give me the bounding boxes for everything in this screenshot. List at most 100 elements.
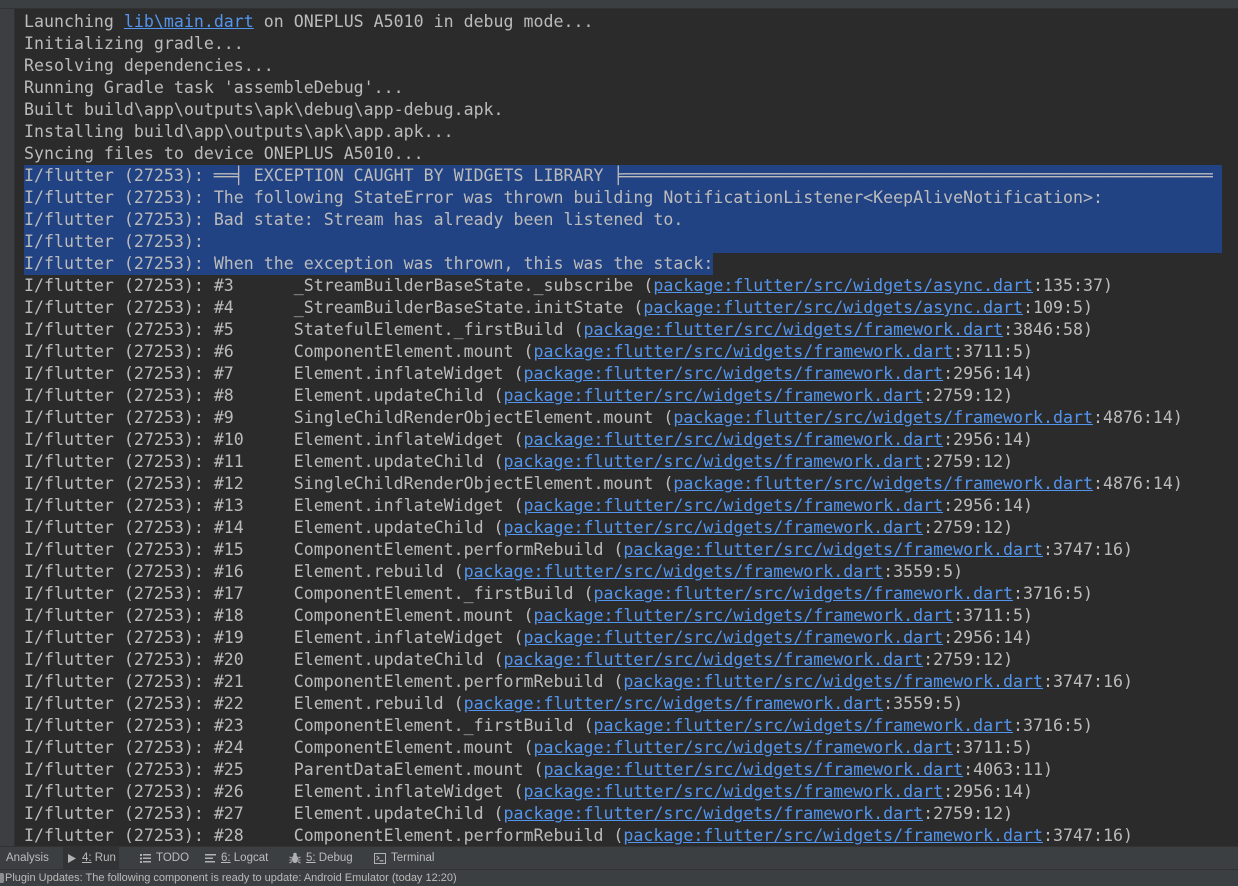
console-line: I/flutter (27253): #14 Element.updateChi… xyxy=(24,517,1222,539)
log-text: I/flutter (27253): #11 Element.updateChi… xyxy=(24,452,504,471)
log-text: :3559:5) xyxy=(883,694,964,713)
tab-label: 6: Logcat xyxy=(221,852,269,864)
console-line-text: I/flutter (27253): #7 Element.inflateWid… xyxy=(24,363,1033,385)
console-line-text: I/flutter (27253): When the exception wa… xyxy=(24,253,714,275)
file-link[interactable]: package:flutter/src/widgets/framework.da… xyxy=(524,364,944,383)
log-text: Syncing files to device ONEPLUS A5010... xyxy=(24,144,424,163)
tab-debug[interactable]: 5: Debug xyxy=(286,847,356,869)
file-link[interactable]: package:flutter/src/widgets/framework.da… xyxy=(593,584,1013,603)
log-text: I/flutter (27253): #24 ComponentElement.… xyxy=(24,738,534,757)
log-text: :3747:16) xyxy=(1043,826,1133,845)
log-text: :3711:5) xyxy=(953,342,1034,361)
run-icon xyxy=(66,853,77,864)
file-link[interactable]: package:flutter/src/widgets/framework.da… xyxy=(524,782,944,801)
log-text: I/flutter (27253): #12 SingleChildRender… xyxy=(24,474,674,493)
file-link[interactable]: package:flutter/src/widgets/framework.da… xyxy=(524,496,944,515)
console-line: I/flutter (27253): #27 Element.updateChi… xyxy=(24,803,1222,825)
console-line: I/flutter (27253): #28 ComponentElement.… xyxy=(24,825,1222,847)
file-link[interactable]: package:flutter/src/widgets/framework.da… xyxy=(544,760,964,779)
console-line: Running Gradle task 'assembleDebug'... xyxy=(24,77,1222,99)
console-line: I/flutter (27253): #18 ComponentElement.… xyxy=(24,605,1222,627)
file-link[interactable]: package:flutter/src/widgets/framework.da… xyxy=(673,408,1093,427)
tab-label: Analysis xyxy=(6,852,49,864)
tab-todo[interactable]: TODO xyxy=(137,847,192,869)
log-text: I/flutter (27253): #14 Element.updateChi… xyxy=(24,518,504,537)
file-link[interactable]: package:flutter/src/widgets/async.dart xyxy=(643,298,1023,317)
tab-terminal[interactable]: Terminal xyxy=(371,847,437,869)
console-line-text: I/flutter (27253): #19 Element.inflateWi… xyxy=(24,627,1033,649)
log-text: I/flutter (27253): #5 StatefulElement._f… xyxy=(24,320,584,339)
log-text: :3716:5) xyxy=(1013,716,1093,735)
file-link[interactable]: package:flutter/src/widgets/framework.da… xyxy=(534,606,954,625)
log-text: :2956:14) xyxy=(943,628,1034,647)
console-line-text: I/flutter (27253): #16 Element.rebuild (… xyxy=(24,561,963,583)
file-link[interactable]: lib\main.dart xyxy=(124,12,254,31)
run-console-output[interactable]: Launching lib\main.dart on ONEPLUS A5010… xyxy=(24,11,1222,847)
console-line: I/flutter (27253): #8 Element.updateChil… xyxy=(24,385,1222,407)
run-toolbar-gutter xyxy=(0,9,15,846)
console-line-text: I/flutter (27253): xyxy=(24,231,204,253)
file-link[interactable]: package:flutter/src/widgets/framework.da… xyxy=(524,628,944,647)
log-text: I/flutter (27253): #3 _StreamBuilderBase… xyxy=(24,276,654,295)
status-message[interactable]: Plugin Updates: The following component … xyxy=(5,870,457,886)
file-link[interactable]: package:flutter/src/widgets/framework.da… xyxy=(623,540,1043,559)
console-line-text: I/flutter (27253): #24 ComponentElement.… xyxy=(24,737,1033,759)
file-link[interactable]: package:flutter/src/widgets/framework.da… xyxy=(504,386,924,405)
tool-window-bar: Analysis 4: Run TODO 6: Logcat 5: Debug … xyxy=(0,846,1238,869)
log-text: :2956:14) xyxy=(943,430,1034,449)
log-text: I/flutter (27253): xyxy=(24,232,204,251)
console-line-text: Launching lib\main.dart on ONEPLUS A5010… xyxy=(24,11,593,33)
log-text: I/flutter (27253): #13 Element.inflateWi… xyxy=(24,496,524,515)
file-link[interactable]: package:flutter/src/widgets/framework.da… xyxy=(593,716,1013,735)
file-link[interactable]: package:flutter/src/widgets/framework.da… xyxy=(504,804,924,823)
console-line: I/flutter (27253): #4 _StreamBuilderBase… xyxy=(24,297,1222,319)
log-text: :3747:16) xyxy=(1043,540,1133,559)
console-line-text: I/flutter (27253): #4 _StreamBuilderBase… xyxy=(24,297,1093,319)
console-line-text: Built build\app\outputs\apk\debug\app-de… xyxy=(24,99,504,121)
log-text: :4063:11) xyxy=(963,760,1054,779)
file-link[interactable]: package:flutter/src/widgets/async.dart xyxy=(653,276,1033,295)
file-link[interactable]: package:flutter/src/widgets/framework.da… xyxy=(524,430,944,449)
console-line-text: I/flutter (27253): Bad state: Stream has… xyxy=(24,209,683,231)
file-link[interactable]: package:flutter/src/widgets/framework.da… xyxy=(504,518,924,537)
console-line-text: I/flutter (27253): #18 ComponentElement.… xyxy=(24,605,1033,627)
log-text: I/flutter (27253): #9 SingleChildRenderO… xyxy=(24,408,674,427)
console-line: I/flutter (27253): #21 ComponentElement.… xyxy=(24,671,1222,693)
console-line-text: I/flutter (27253): #10 Element.inflateWi… xyxy=(24,429,1033,451)
log-text: :2759:12) xyxy=(923,518,1014,537)
log-text: I/flutter (27253): The following StateEr… xyxy=(24,188,1103,207)
file-link[interactable]: package:flutter/src/widgets/framework.da… xyxy=(534,738,954,757)
console-line: I/flutter (27253): Bad state: Stream has… xyxy=(24,209,1222,231)
log-text: Initializing gradle... xyxy=(24,34,244,53)
file-link[interactable]: package:flutter/src/widgets/framework.da… xyxy=(534,342,954,361)
console-line-text: I/flutter (27253): #5 StatefulElement._f… xyxy=(24,319,1093,341)
tab-run[interactable]: 4: Run xyxy=(63,847,119,869)
console-line-text: I/flutter (27253): #27 Element.updateChi… xyxy=(24,803,1013,825)
log-text: I/flutter (27253): #7 Element.inflateWid… xyxy=(24,364,524,383)
console-line: I/flutter (27253): #17 ComponentElement.… xyxy=(24,583,1222,605)
file-link[interactable]: package:flutter/src/widgets/framework.da… xyxy=(623,672,1043,691)
file-link[interactable]: package:flutter/src/widgets/framework.da… xyxy=(623,826,1043,845)
tab-logcat[interactable]: 6: Logcat xyxy=(202,847,271,869)
file-link[interactable]: package:flutter/src/widgets/framework.da… xyxy=(504,452,924,471)
log-text: :2759:12) xyxy=(923,452,1014,471)
file-link[interactable]: package:flutter/src/widgets/framework.da… xyxy=(673,474,1093,493)
file-link[interactable]: package:flutter/src/widgets/framework.da… xyxy=(504,650,924,669)
log-text: :3711:5) xyxy=(953,606,1034,625)
console-line: I/flutter (27253): The following StateEr… xyxy=(24,187,1222,209)
notification-icon[interactable] xyxy=(0,873,4,883)
log-text: :3716:5) xyxy=(1013,584,1093,603)
tab-analysis[interactable]: Analysis xyxy=(3,847,52,869)
log-text: I/flutter (27253): #28 ComponentElement.… xyxy=(24,826,624,845)
log-text: I/flutter (27253): #22 Element.rebuild ( xyxy=(24,694,464,713)
console-line: I/flutter (27253): #10 Element.inflateWi… xyxy=(24,429,1222,451)
file-link[interactable]: package:flutter/src/widgets/framework.da… xyxy=(583,320,1003,339)
console-line: I/flutter (27253): #22 Element.rebuild (… xyxy=(24,693,1222,715)
log-text: I/flutter (27253): ══╡ EXCEPTION CAUGHT … xyxy=(24,166,1213,185)
log-text: I/flutter (27253): #6 ComponentElement.m… xyxy=(24,342,534,361)
file-link[interactable]: package:flutter/src/widgets/framework.da… xyxy=(464,694,884,713)
log-text: :2956:14) xyxy=(943,782,1034,801)
file-link[interactable]: package:flutter/src/widgets/framework.da… xyxy=(464,562,884,581)
console-line-text: I/flutter (27253): #11 Element.updateChi… xyxy=(24,451,1013,473)
log-text: :2956:14) xyxy=(943,496,1034,515)
